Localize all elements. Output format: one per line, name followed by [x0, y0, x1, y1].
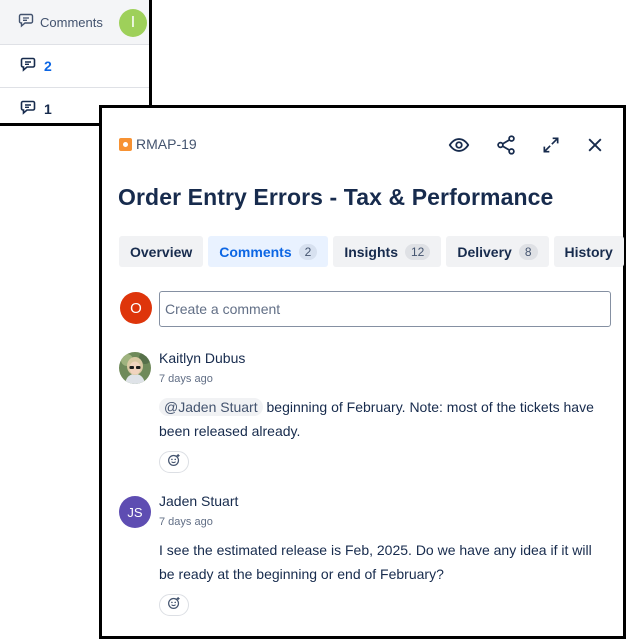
comment-count[interactable]: 2: [44, 58, 52, 74]
comments-column-label: Comments: [40, 14, 103, 30]
add-reaction-button[interactable]: [159, 594, 189, 616]
current-user-avatar: O: [120, 292, 152, 324]
issue-detail-modal: RMAP-19 Order Entry Errors - Tax & Perfo…: [99, 105, 626, 639]
tab-label: Comments: [219, 243, 292, 260]
comments-column-header: Comments I: [0, 0, 149, 45]
tab-delivery[interactable]: Delivery 8: [446, 236, 549, 267]
emoji-add-icon: [167, 596, 181, 615]
comment-icon: [20, 56, 36, 77]
comment-icon: [18, 12, 34, 33]
comment-icon: [20, 99, 36, 120]
tab-label: Insights: [344, 243, 398, 260]
comment-input[interactable]: [159, 291, 611, 327]
avatar[interactable]: I: [119, 9, 147, 37]
tab-label: History: [564, 243, 613, 260]
tab-overview[interactable]: Overview: [119, 236, 204, 267]
comment-author[interactable]: Kaitlyn Dubus: [159, 350, 245, 366]
tab-label: Delivery: [457, 243, 512, 260]
tab-insights[interactable]: Insights 12: [333, 236, 442, 267]
tab-comments[interactable]: Comments 2: [208, 236, 329, 267]
comment-body: @Jaden Stuart beginning of February. Not…: [159, 395, 609, 443]
issue-key-label[interactable]: RMAP-19: [136, 136, 197, 152]
add-reaction-button[interactable]: [159, 451, 189, 473]
avatar[interactable]: JS: [119, 496, 151, 528]
comment-count-row[interactable]: 2: [0, 45, 149, 88]
tab-count-badge: 12: [404, 243, 431, 260]
comment-timestamp: 7 days ago: [159, 516, 213, 528]
issue-key[interactable]: RMAP-19: [119, 136, 197, 152]
tab-count-badge: 8: [518, 243, 538, 260]
tab-label: Overview: [130, 243, 193, 260]
avatar[interactable]: [119, 352, 151, 384]
comment-timestamp: 7 days ago: [159, 373, 213, 385]
share-icon[interactable]: [494, 133, 518, 157]
tab-count-badge: 2: [298, 243, 318, 260]
comment-count[interactable]: 1: [44, 101, 52, 117]
roadmap-item-icon: [119, 137, 132, 151]
tab-history[interactable]: History: [553, 236, 624, 267]
close-icon[interactable]: [583, 133, 607, 157]
watch-icon[interactable]: [447, 133, 471, 157]
tab-bar: Overview Comments 2 Insights 12 Delivery…: [119, 236, 624, 267]
expand-icon[interactable]: [539, 133, 563, 157]
comment-author[interactable]: Jaden Stuart: [159, 493, 238, 509]
user-mention[interactable]: @Jaden Stuart: [159, 398, 263, 416]
issue-title[interactable]: Order Entry Errors - Tax & Performance: [118, 184, 553, 211]
comment-body: I see the estimated release is Feb, 2025…: [159, 542, 592, 582]
emoji-add-icon: [167, 453, 181, 472]
